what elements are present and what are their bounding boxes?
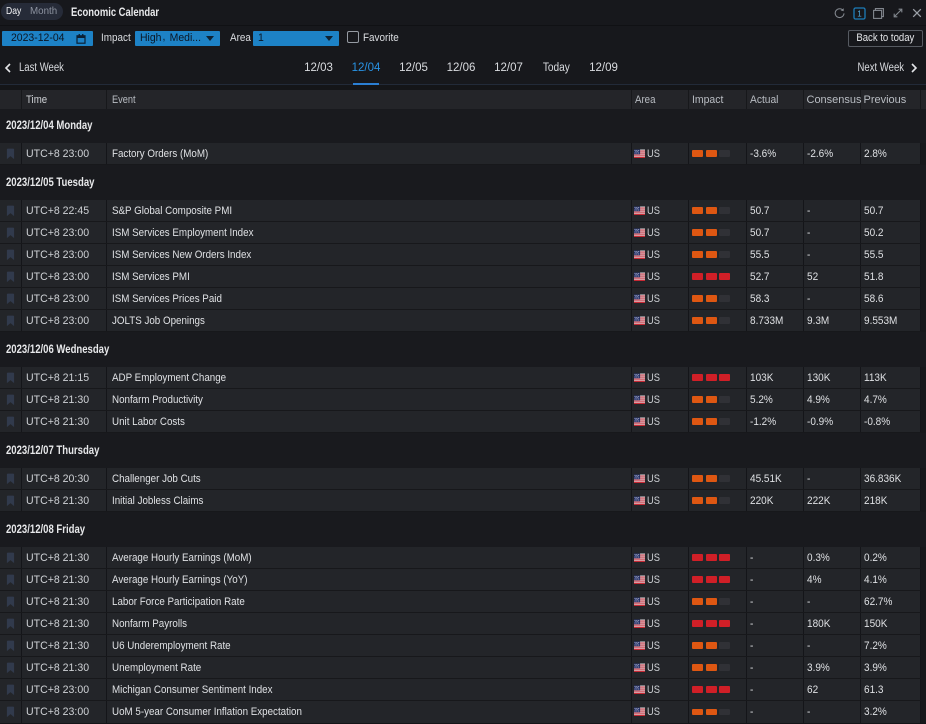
svg-text:1: 1 (857, 9, 862, 18)
